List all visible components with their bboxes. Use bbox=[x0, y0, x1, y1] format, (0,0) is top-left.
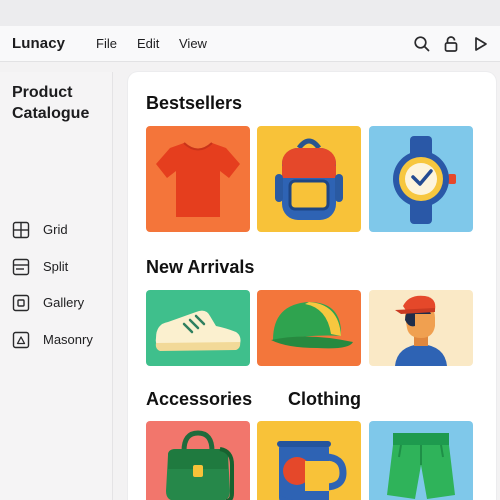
sidebar-item-label: Gallery bbox=[43, 295, 85, 310]
section-title-new-arrivals: New Arrivals bbox=[146, 257, 255, 277]
menu-view[interactable]: View bbox=[179, 36, 207, 51]
section-title-clothing: Clothing bbox=[288, 389, 361, 409]
sidebar-item-gallery[interactable]: Gallery bbox=[12, 291, 110, 315]
backpack-icon bbox=[257, 126, 361, 232]
section-title-bestsellers: Bestsellers bbox=[146, 93, 243, 113]
sidebar-item-label: Masonry bbox=[43, 332, 93, 347]
sneaker-icon bbox=[146, 290, 250, 366]
lock-icon[interactable] bbox=[441, 34, 461, 54]
sidebar: Product Catalogue Grid Split Gallery Mas… bbox=[0, 72, 113, 500]
catalogue-content: Bestsellers New Arrivals Accessories Clo… bbox=[128, 72, 496, 500]
cap-icon bbox=[257, 290, 361, 366]
menu-bar: Lunacy File Edit View bbox=[0, 26, 500, 62]
sidebar-title-line2: Catalogue bbox=[12, 105, 90, 122]
play-icon[interactable] bbox=[470, 34, 490, 54]
window-top-strip bbox=[0, 0, 500, 26]
grid-view-icon bbox=[12, 221, 30, 239]
sidebar-item-split[interactable]: Split bbox=[12, 255, 110, 279]
masonry-view-icon bbox=[12, 331, 30, 349]
sidebar-title: Product Catalogue bbox=[12, 82, 89, 124]
sidebar-item-label: Split bbox=[43, 259, 69, 274]
gallery-view-icon bbox=[12, 294, 30, 312]
product-tile-sneaker[interactable] bbox=[146, 290, 250, 366]
sidebar-item-label: Grid bbox=[43, 222, 68, 237]
sidebar-title-line1: Product bbox=[12, 84, 73, 101]
product-tile-handbag[interactable] bbox=[146, 421, 250, 500]
person-avatar-icon bbox=[369, 290, 473, 366]
sidebar-item-masonry[interactable]: Masonry bbox=[12, 328, 110, 352]
tshirt-icon bbox=[146, 126, 250, 232]
product-tile-mug[interactable] bbox=[257, 421, 361, 500]
handbag-icon bbox=[146, 421, 250, 500]
split-view-icon bbox=[12, 258, 30, 276]
menu-edit[interactable]: Edit bbox=[137, 36, 159, 51]
product-tile-person[interactable] bbox=[369, 290, 473, 366]
product-tile-backpack[interactable] bbox=[257, 126, 361, 232]
wristwatch-icon bbox=[369, 126, 473, 232]
section-title-accessories: Accessories bbox=[146, 389, 253, 409]
product-tile-tshirt[interactable] bbox=[146, 126, 250, 232]
product-tile-cap[interactable] bbox=[257, 290, 361, 366]
search-icon[interactable] bbox=[412, 34, 432, 54]
shorts-icon bbox=[369, 421, 473, 500]
mug-icon bbox=[257, 421, 361, 500]
product-tile-shorts[interactable] bbox=[369, 421, 473, 500]
menu-file[interactable]: File bbox=[96, 36, 117, 51]
sidebar-item-grid[interactable]: Grid bbox=[12, 218, 110, 242]
app-name: Lunacy bbox=[12, 35, 66, 52]
product-tile-watch[interactable] bbox=[369, 126, 473, 232]
